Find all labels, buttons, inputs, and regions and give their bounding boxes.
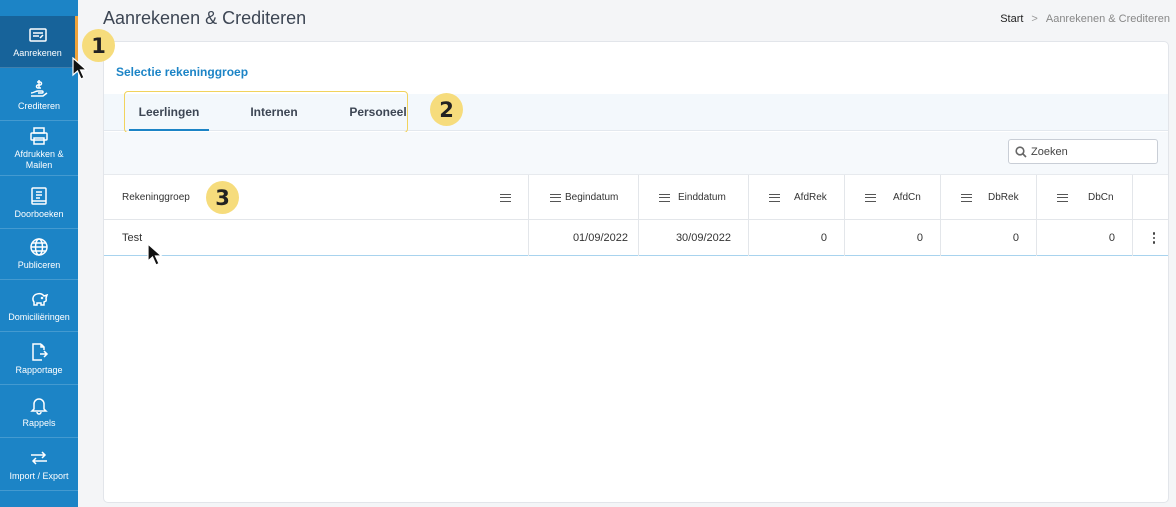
column-menu-icon[interactable] xyxy=(1057,193,1068,202)
sidebar-item-doorboeken[interactable]: Doorboeken xyxy=(0,177,78,229)
column-label: DbCn xyxy=(1088,192,1114,203)
column-menu-icon[interactable] xyxy=(865,193,876,202)
column-header-afdrek[interactable]: AfdRek xyxy=(749,175,845,220)
column-label: Begindatum xyxy=(565,192,619,203)
sidebar-item-afdrukken-mailen[interactable]: Afdrukken & Mailen xyxy=(0,122,78,176)
globe-icon xyxy=(30,237,48,256)
report-export-icon xyxy=(32,342,49,361)
main-card: Selectie rekeninggroep Leerlingen Intern… xyxy=(103,41,1169,503)
column-header-rekeninggroep[interactable]: Rekeninggroep xyxy=(104,175,529,220)
column-label: AfdCn xyxy=(893,192,921,203)
section-title: Selectie rekeninggroep xyxy=(116,65,249,79)
search-input[interactable] xyxy=(1031,145,1151,158)
sidebar-item-aanrekenen[interactable]: Aanrekenen xyxy=(0,16,78,68)
sidebar-item-label: Publiceren xyxy=(17,259,61,270)
sidebar-item-label: Rappels xyxy=(22,417,56,428)
column-header-dbcn[interactable]: DbCn xyxy=(1037,175,1133,220)
column-menu-icon[interactable] xyxy=(769,193,780,202)
column-label: AfdRek xyxy=(794,192,827,203)
table-row[interactable]: Test 01/09/2022 30/09/2022 0 0 0 0 xyxy=(104,220,1168,256)
cell-rekeninggroep: Test xyxy=(104,220,529,256)
page-title: Aanrekenen & Crediteren xyxy=(103,8,307,28)
column-header-begindatum[interactable]: Begindatum xyxy=(529,175,639,220)
column-menu-icon[interactable] xyxy=(500,193,511,202)
breadcrumb: Start > Aanrekenen & Crediteren xyxy=(1000,13,1170,25)
tab-internen[interactable]: Internen xyxy=(234,94,314,131)
search-box[interactable] xyxy=(1008,139,1158,164)
column-label: Rekeninggroep xyxy=(122,192,190,203)
transfer-arrows-icon xyxy=(31,450,47,465)
row-actions-kebab-icon[interactable] xyxy=(1140,220,1168,256)
cell-dbrek: 0 xyxy=(941,220,1037,256)
table-toolbar xyxy=(104,132,1168,175)
column-header-einddatum[interactable]: Einddatum xyxy=(639,175,749,220)
cell-begindatum: 01/09/2022 xyxy=(529,220,639,256)
sidebar-item-crediteren[interactable]: Crediteren xyxy=(0,69,78,121)
breadcrumb-start-link[interactable]: Start xyxy=(1000,13,1023,25)
hand-money-icon xyxy=(30,79,48,97)
search-icon xyxy=(1015,145,1027,158)
breadcrumb-current: Aanrekenen & Crediteren xyxy=(1045,13,1170,25)
sidebar: Aanrekenen Crediteren Afdrukken & Mailen… xyxy=(0,0,78,507)
mouse-cursor-icon xyxy=(147,243,164,266)
sidebar-item-label: Aanrekenen xyxy=(13,47,62,58)
bell-icon xyxy=(30,397,48,415)
tab-personeel[interactable]: Personeel xyxy=(338,94,418,131)
sidebar-item-rappels[interactable]: Rappels xyxy=(0,386,78,438)
breadcrumb-separator: > xyxy=(1031,13,1038,25)
sidebar-item-label: Crediteren xyxy=(17,100,61,111)
cell-afdrek: 0 xyxy=(749,220,845,256)
sidebar-item-rapportage[interactable]: Rapportage xyxy=(0,333,78,385)
piggy-bank-icon xyxy=(32,292,49,306)
cell-dbcn: 0 xyxy=(1037,220,1133,256)
column-label: Einddatum xyxy=(678,192,726,203)
mouse-cursor-icon xyxy=(72,57,89,80)
tab-bar: Leerlingen Internen Personeel xyxy=(104,91,1168,133)
tab-leerlingen[interactable]: Leerlingen xyxy=(129,94,209,131)
sidebar-item-label: Rapportage xyxy=(15,364,63,375)
sidebar-item-label: Import / Export xyxy=(9,470,69,481)
column-menu-icon[interactable] xyxy=(961,193,972,202)
column-menu-icon[interactable] xyxy=(659,193,670,202)
cell-afdcn: 0 xyxy=(845,220,941,256)
cell-einddatum: 30/09/2022 xyxy=(639,220,749,256)
column-label: DbRek xyxy=(988,192,1019,203)
sidebar-item-label: Doorboeken xyxy=(14,208,64,219)
sidebar-item-domicilieringen[interactable]: Domiciliëringen xyxy=(0,280,78,332)
invoice-icon xyxy=(28,27,47,42)
sidebar-item-label: Domiciliëringen xyxy=(8,311,70,322)
annotation-badge-3: 3 xyxy=(206,181,239,214)
column-header-dbrek[interactable]: DbRek xyxy=(941,175,1037,220)
annotation-badge-2: 2 xyxy=(430,93,463,126)
printer-icon xyxy=(30,127,48,145)
column-header-afdcn[interactable]: AfdCn xyxy=(845,175,941,220)
column-menu-icon[interactable] xyxy=(550,193,561,202)
sidebar-item-publiceren[interactable]: Publiceren xyxy=(0,228,78,280)
table-header: Rekeninggroep Begindatum Einddatum AfdRe… xyxy=(104,175,1168,220)
sidebar-item-label: Afdrukken & Mailen xyxy=(14,149,64,170)
ledger-book-icon xyxy=(31,186,47,205)
sidebar-item-import-export[interactable]: Import / Export xyxy=(0,439,78,491)
